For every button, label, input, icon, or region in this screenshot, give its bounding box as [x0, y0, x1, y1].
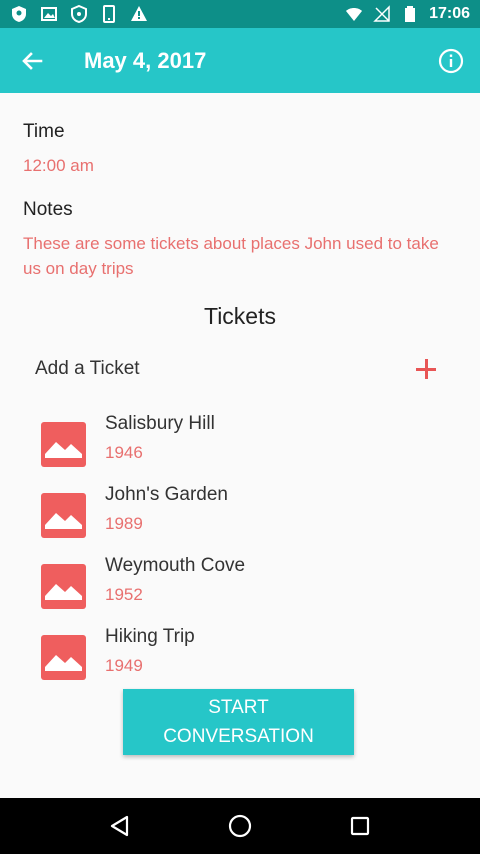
- nav-recents-button[interactable]: [340, 806, 380, 846]
- notes-value[interactable]: These are some tickets about places John…: [23, 231, 453, 281]
- start-conversation-button[interactable]: START CONVERSATION: [123, 689, 354, 755]
- ticket-item[interactable]: Weymouth Cove 1952: [0, 555, 480, 621]
- image-placeholder-icon: [41, 493, 86, 538]
- battery-icon: [405, 6, 416, 22]
- image-icon: [41, 7, 57, 21]
- status-bar: 17:06: [0, 0, 480, 28]
- add-ticket-row[interactable]: Add a Ticket: [0, 346, 480, 391]
- ticket-item[interactable]: Hiking Trip 1949: [0, 626, 480, 692]
- ticket-name: Hiking Trip: [105, 626, 195, 647]
- ticket-year: 1946: [105, 443, 143, 462]
- ticket-name: Salisbury Hill: [105, 413, 215, 434]
- shield-icon: [12, 6, 26, 22]
- image-placeholder-icon: [41, 635, 86, 680]
- ticket-item[interactable]: John's Garden 1989: [0, 484, 480, 550]
- add-ticket-label: Add a Ticket: [35, 357, 140, 379]
- page-title: May 4, 2017: [84, 47, 207, 73]
- start-button-line2: CONVERSATION: [163, 726, 314, 747]
- phone-icon: [103, 5, 115, 23]
- content-area: Time 12:00 am Notes These are some ticke…: [0, 93, 480, 798]
- ticket-year: 1952: [105, 585, 143, 604]
- app-bar: May 4, 2017: [0, 28, 480, 93]
- recents-square-icon: [350, 816, 370, 836]
- status-right-icons: 17:06: [345, 5, 470, 23]
- info-icon: [438, 48, 464, 73]
- ticket-name: John's Garden: [105, 484, 228, 505]
- plus-icon[interactable]: [414, 357, 438, 381]
- ticket-year: 1989: [105, 514, 143, 533]
- warning-icon: [131, 6, 147, 21]
- start-button-line1: START: [208, 697, 269, 718]
- no-signal-icon: [373, 5, 390, 22]
- image-placeholder-icon: [41, 422, 86, 467]
- back-button[interactable]: [0, 28, 64, 93]
- ticket-year: 1949: [105, 656, 143, 675]
- image-placeholder-icon: [41, 564, 86, 609]
- nav-back-button[interactable]: [100, 806, 140, 846]
- system-nav-bar: [0, 798, 480, 854]
- home-circle-icon: [228, 814, 252, 838]
- status-time: 17:06: [429, 5, 470, 22]
- notes-label: Notes: [23, 199, 73, 220]
- time-value[interactable]: 12:00 am: [23, 153, 94, 178]
- wifi-icon: [346, 8, 363, 21]
- time-label: Time: [23, 121, 65, 142]
- ticket-name: Weymouth Cove: [105, 555, 246, 576]
- back-triangle-icon: [110, 815, 129, 837]
- ticket-item[interactable]: Salisbury Hill 1946: [0, 413, 480, 479]
- status-left-icons: [10, 5, 148, 23]
- arrow-back-icon: [22, 51, 43, 70]
- vpn-icon: [71, 5, 87, 23]
- nav-home-button[interactable]: [220, 806, 260, 846]
- info-button[interactable]: [422, 28, 480, 93]
- tickets-title: Tickets: [204, 303, 276, 329]
